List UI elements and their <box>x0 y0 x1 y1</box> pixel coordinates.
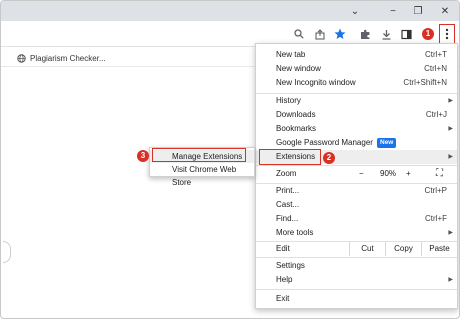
menu-item-label: Find... <box>276 214 299 223</box>
close-window-button[interactable]: ✕ <box>437 4 453 18</box>
shortcut-label: Ctrl+Shift+N <box>403 78 447 87</box>
menu-item-label: Settings <box>276 261 305 270</box>
kebab-menu-icon[interactable] <box>439 24 455 44</box>
menu-item-label: New Incognito window <box>276 78 356 87</box>
search-icon[interactable] <box>291 26 307 42</box>
menu-item-label: Cast... <box>276 200 300 209</box>
page-side-tab <box>3 241 11 263</box>
restore-icon: ❐ <box>413 5 423 17</box>
menu-item-help[interactable]: Help ▶ <box>256 273 457 287</box>
submenu-item-visit-store[interactable]: Visit Chrome Web Store <box>150 163 254 187</box>
restore-button[interactable]: ❐ <box>410 4 426 18</box>
chevron-right-icon: ▶ <box>448 230 453 236</box>
menu-item-label: Print... <box>276 186 300 195</box>
menu-item-more-tools[interactable]: More tools ▶ <box>256 226 457 240</box>
menu-item-label: New tab <box>276 50 306 59</box>
chevron-right-icon: ▶ <box>448 277 453 283</box>
zoom-in-button[interactable]: + <box>406 167 411 181</box>
chrome-main-menu: New tab Ctrl+T New window Ctrl+N New Inc… <box>255 43 458 309</box>
paste-button[interactable]: Paste <box>421 242 457 256</box>
menu-item-label: Exit <box>276 294 290 303</box>
bookmark-label: Plagiarism Checker... <box>30 53 106 63</box>
step-badge-1: 1 <box>422 28 434 40</box>
step-badge-3: 3 <box>137 150 149 162</box>
zoom-out-button[interactable]: − <box>359 167 364 181</box>
browser-window: ⌄ − ❐ ✕ 1 Plagiarism Checker... New tab … <box>0 0 460 319</box>
menu-item-label: Help <box>276 275 293 284</box>
download-icon[interactable] <box>378 26 394 42</box>
extensions-puzzle-icon[interactable] <box>357 26 373 42</box>
shortcut-label: Ctrl+P <box>424 186 447 195</box>
menu-item-label: Google Password Manager <box>276 138 373 147</box>
shortcut-label: Ctrl+F <box>425 214 447 223</box>
menu-item-zoom: Zoom − 90% + ⛶ <box>256 167 457 181</box>
menu-item-label: Edit <box>276 244 290 253</box>
new-badge: New <box>377 138 397 148</box>
submenu-item-label: Visit Chrome Web Store <box>172 165 237 187</box>
extensions-highlight-box <box>259 149 321 165</box>
minimize-icon: − <box>390 5 396 17</box>
share-icon[interactable] <box>312 26 328 42</box>
cut-button[interactable]: Cut <box>349 242 385 256</box>
chevron-down-icon: ⌄ <box>350 5 360 17</box>
menu-item-new-window[interactable]: New window Ctrl+N <box>256 62 457 76</box>
menu-item-bookmarks[interactable]: Bookmarks ▶ <box>256 122 457 136</box>
menu-item-find[interactable]: Find... Ctrl+F <box>256 212 457 226</box>
menu-item-label: Zoom <box>276 169 297 178</box>
menu-item-label: Downloads <box>276 110 316 119</box>
menu-item-history[interactable]: History ▶ <box>256 94 457 108</box>
title-bar: ⌄ − ❐ ✕ <box>1 1 459 21</box>
menu-divider <box>256 165 457 166</box>
minimize-button[interactable]: − <box>385 4 401 18</box>
menu-item-settings[interactable]: Settings <box>256 259 457 273</box>
chevron-right-icon: ▶ <box>448 98 453 104</box>
bookmark-item[interactable]: Plagiarism Checker... <box>17 52 106 64</box>
tab-search-button[interactable]: ⌄ <box>347 4 363 18</box>
fullscreen-icon[interactable]: ⛶ <box>436 167 443 181</box>
manage-extensions-highlight-box <box>152 148 246 162</box>
menu-item-new-tab[interactable]: New tab Ctrl+T <box>256 48 457 62</box>
menu-item-downloads[interactable]: Downloads Ctrl+J <box>256 108 457 122</box>
shortcut-label: Ctrl+J <box>425 110 447 119</box>
copy-button[interactable]: Copy <box>385 242 421 256</box>
step-badge-2: 2 <box>323 152 335 164</box>
menu-item-print[interactable]: Print... Ctrl+P <box>256 184 457 198</box>
menu-item-label: New window <box>276 64 321 73</box>
menu-item-label: History <box>276 96 301 105</box>
menu-item-label: Bookmarks <box>276 124 317 133</box>
menu-divider <box>256 257 457 258</box>
shortcut-label: Ctrl+T <box>425 50 447 59</box>
bookmark-star-icon[interactable] <box>332 26 348 42</box>
menu-divider <box>256 289 457 290</box>
zoom-level: 90% <box>380 169 397 178</box>
menu-item-cast[interactable]: Cast... <box>256 198 457 212</box>
menu-item-password-manager[interactable]: Google Password Manager New <box>256 136 457 150</box>
shortcut-label: Ctrl+N <box>424 64 447 73</box>
menu-item-new-incognito[interactable]: New Incognito window Ctrl+Shift+N <box>256 76 457 90</box>
globe-icon <box>17 53 26 63</box>
menu-item-exit[interactable]: Exit <box>256 292 457 306</box>
menu-item-label: More tools <box>276 228 314 237</box>
side-panel-icon[interactable] <box>398 26 414 42</box>
chevron-right-icon: ▶ <box>448 126 453 132</box>
chevron-right-icon: ▶ <box>448 154 453 160</box>
menu-item-edit: Edit Cut Copy Paste <box>256 242 457 256</box>
close-icon: ✕ <box>440 5 450 17</box>
